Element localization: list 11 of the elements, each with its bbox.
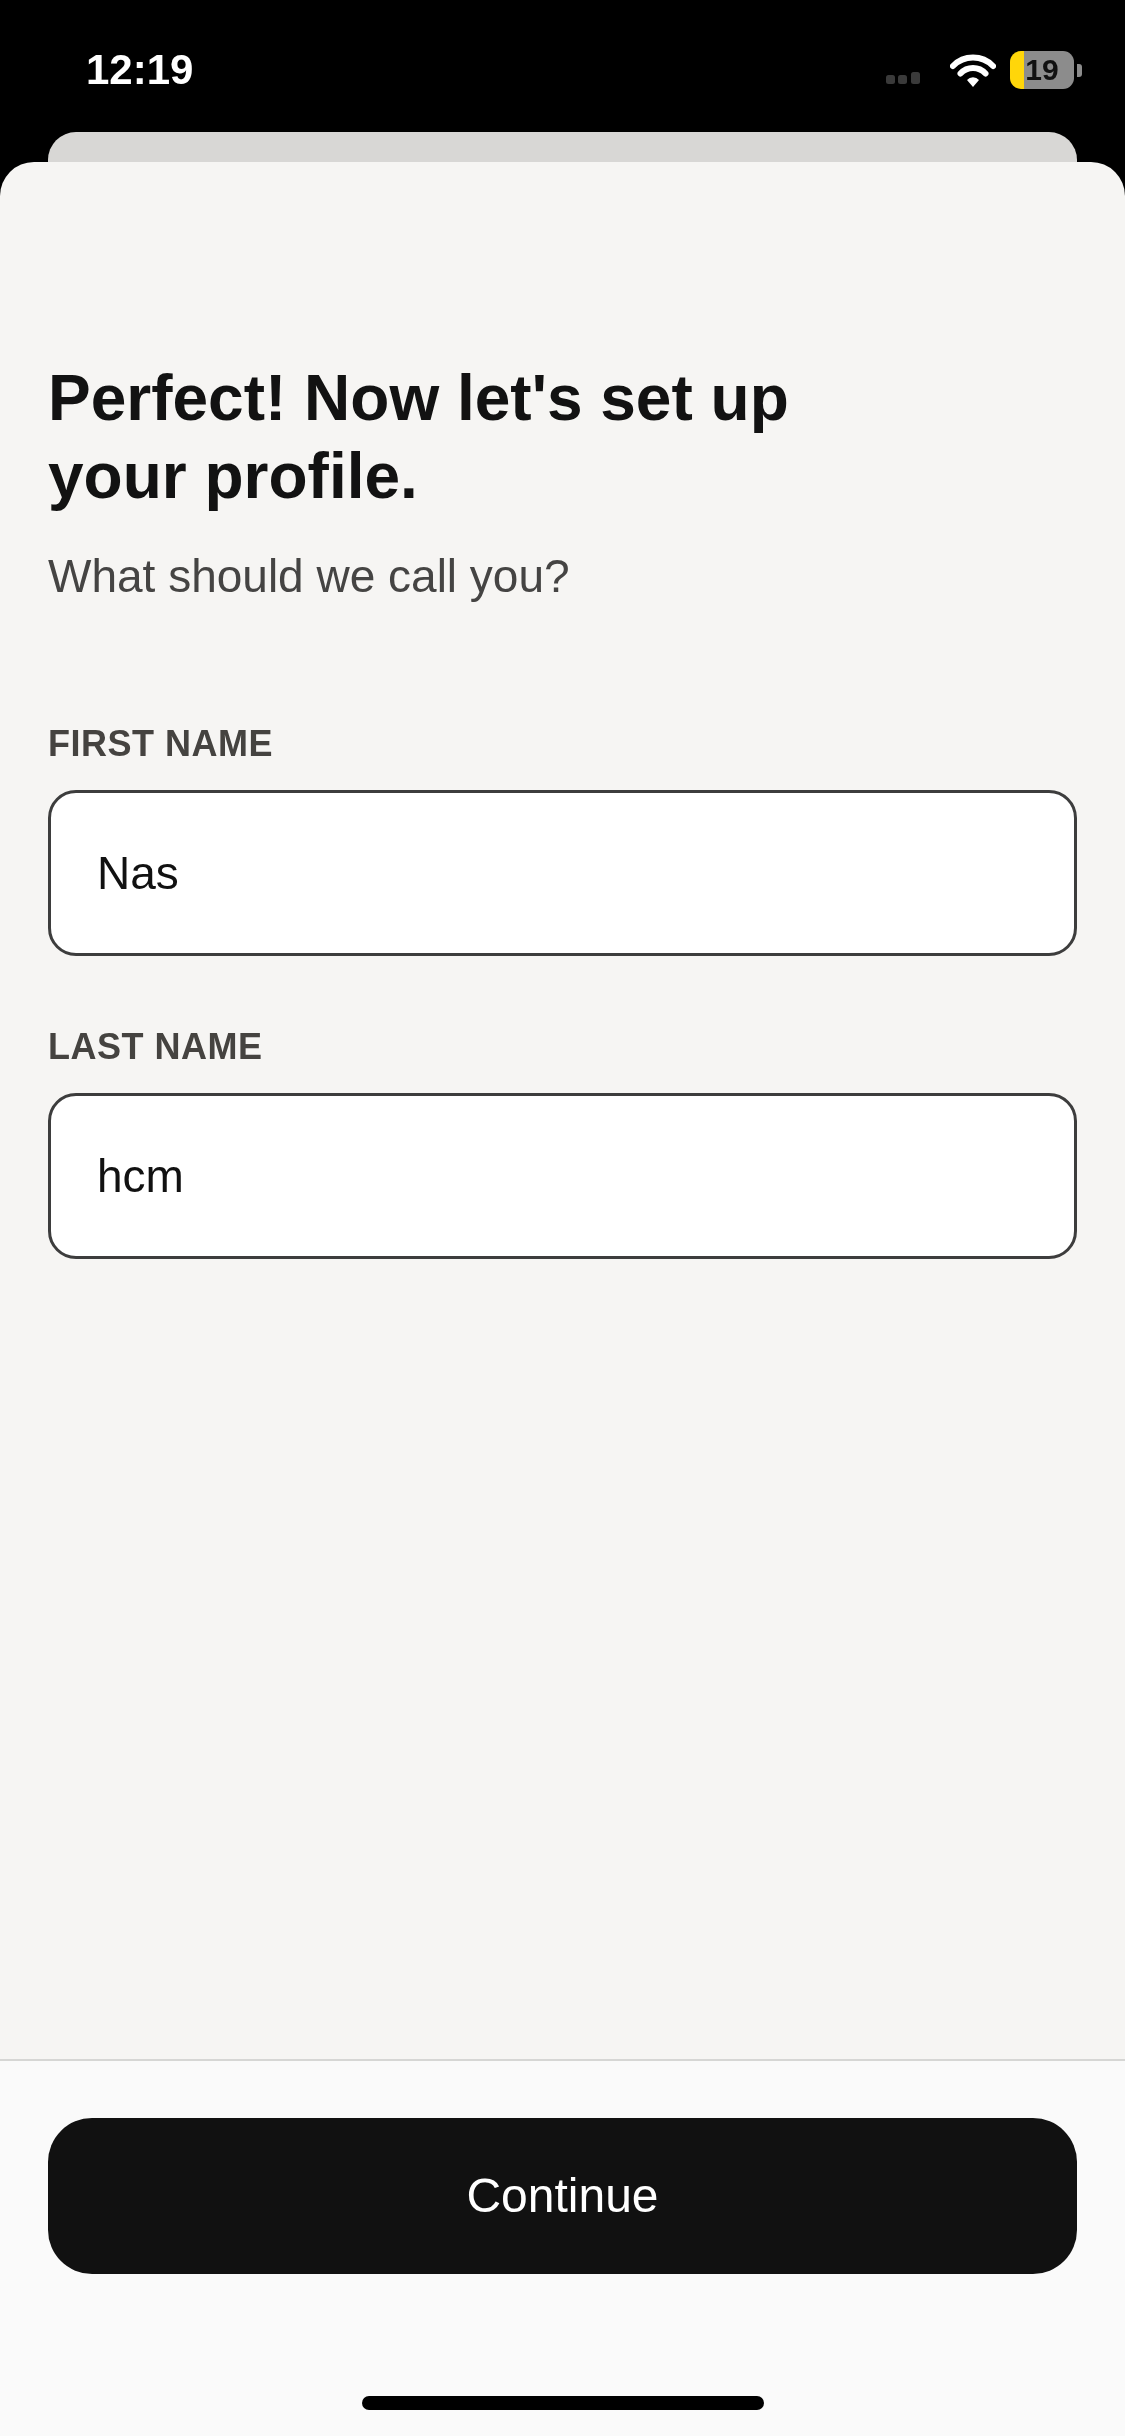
field-label: FIRST NAME: [48, 722, 274, 766]
text-field[interactable]: Nas: [48, 790, 1077, 956]
wifi-icon: [950, 53, 996, 87]
continue-button[interactable]: Continue: [48, 2118, 1077, 2274]
text-field[interactable]: hcm: [48, 1093, 1077, 1259]
field-label: LAST NAME: [48, 1025, 264, 1069]
page-title: Perfect! Now let's set up your profile.: [48, 361, 790, 514]
status-time: 12:19: [86, 46, 194, 94]
page-subtitle: What should we call you?: [48, 549, 571, 604]
battery-indicator: 19: [1010, 51, 1082, 89]
signal-icon: [886, 72, 922, 84]
